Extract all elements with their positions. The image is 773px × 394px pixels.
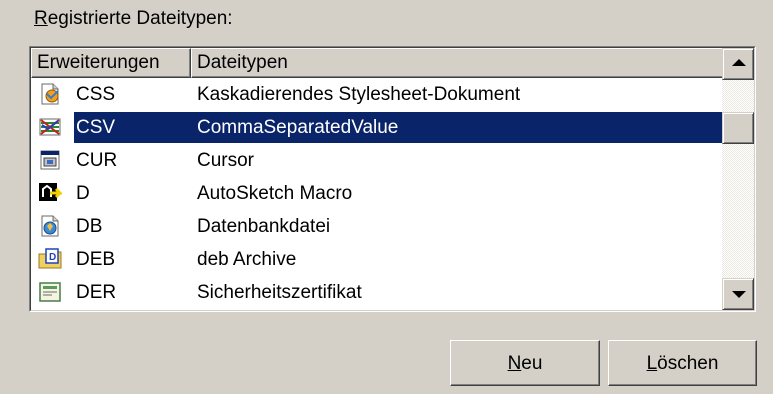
scroll-up-button[interactable] (722, 48, 754, 80)
new-button-accel: N (507, 352, 522, 374)
vertical-scrollbar[interactable] (722, 48, 754, 310)
scroll-thumb[interactable] (722, 112, 754, 144)
cursor-file-icon (40, 150, 60, 170)
item-extension: CSS (76, 84, 116, 105)
caption-accel: R (34, 8, 48, 29)
database-file-icon (41, 215, 59, 237)
new-button-label: eu (521, 352, 543, 374)
arrow-up-icon (732, 59, 746, 66)
caption-text: egistrierte Dateitypen: (47, 8, 233, 29)
filetypes-listview[interactable]: Erweiterungen Dateitypen CSS Kaskadieren… (29, 46, 756, 312)
item-extension: CUR (76, 150, 118, 171)
item-filetype: deb Archive (197, 249, 297, 270)
item-filetype: Cursor (197, 150, 255, 171)
list-item[interactable]: CUR Cursor (31, 144, 724, 177)
item-extension: DEB (76, 249, 116, 270)
item-filetype: Datenbankdatei (197, 216, 331, 237)
list-item[interactable]: D AutoSketch Macro (31, 177, 724, 210)
list-item[interactable]: DER Sicherheitszertifikat (31, 276, 724, 309)
new-button[interactable]: Neu (450, 340, 600, 386)
csv-document-icon (39, 118, 61, 136)
autosketch-macro-icon (39, 183, 62, 201)
deb-archive-icon: D (38, 248, 62, 269)
item-filetype: CommaSeparatedValue (197, 117, 399, 138)
list-header: Erweiterungen Dateitypen (31, 48, 724, 78)
item-filetype: AutoSketch Macro (197, 183, 353, 204)
delete-button[interactable]: Löschen (608, 340, 757, 386)
item-extension: DER (76, 282, 117, 303)
list-rows: CSS Kaskadierendes Stylesheet-Dokument C… (31, 78, 724, 309)
list-item[interactable]: DB Datenbankdatei (31, 210, 724, 243)
list-item[interactable]: CSS Kaskadierendes Stylesheet-Dokument (31, 78, 724, 111)
delete-button-accel: L (646, 352, 658, 374)
registered-filetypes-label: Registrierte Dateitypen: (34, 8, 233, 30)
list-item-selected[interactable]: CSV CommaSeparatedValue (31, 111, 724, 144)
arrow-down-icon (732, 291, 746, 298)
column-header-extensions[interactable]: Erweiterungen (31, 48, 191, 78)
item-extension: CSV (76, 117, 116, 138)
delete-button-label: öschen (657, 352, 719, 374)
selection-highlight (74, 112, 724, 143)
column-header-filetypes[interactable]: Dateitypen (191, 48, 724, 78)
item-extension: D (76, 183, 90, 204)
item-filetype: Sicherheitszertifikat (197, 282, 362, 303)
item-extension: DB (76, 216, 103, 237)
svg-text:D: D (49, 252, 56, 263)
certificate-icon (39, 282, 61, 302)
scroll-down-button[interactable] (722, 278, 754, 310)
item-filetype: Kaskadierendes Stylesheet-Dokument (197, 84, 521, 105)
css-document-icon (41, 83, 59, 105)
list-item[interactable]: D DEB deb Archive (31, 243, 724, 276)
